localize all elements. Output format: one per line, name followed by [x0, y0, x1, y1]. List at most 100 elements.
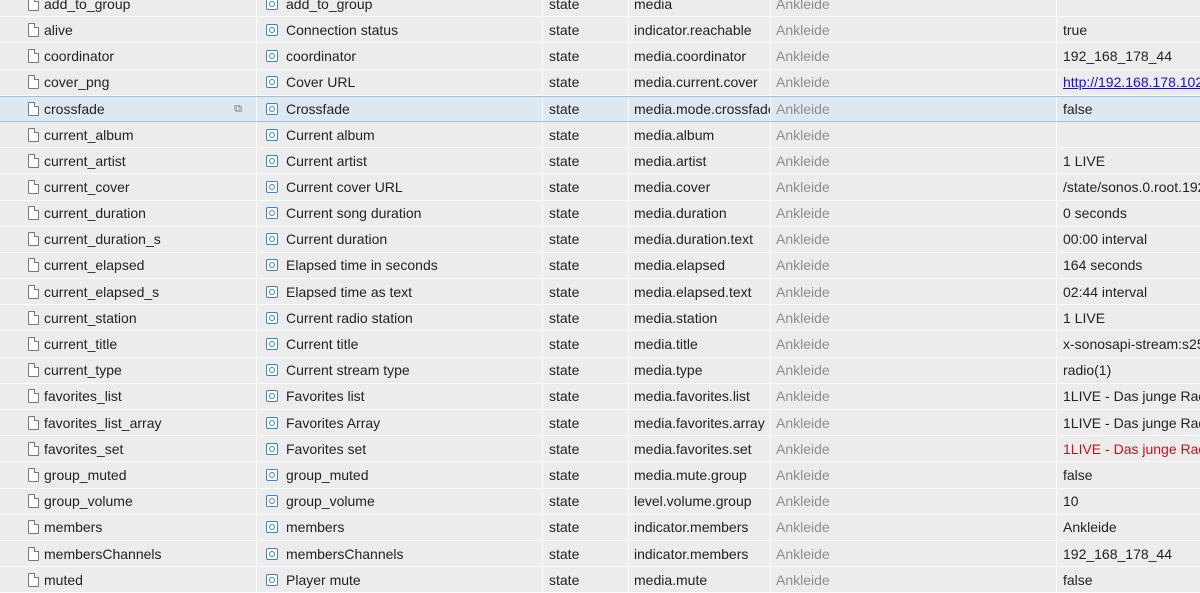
object-id[interactable]: members — [44, 515, 256, 540]
object-value[interactable]: false — [1056, 567, 1200, 593]
object-value[interactable]: radio(1) — [1056, 357, 1200, 383]
object-value[interactable]: http://192.168.178.102 — [1056, 69, 1200, 95]
object-id[interactable]: muted — [44, 567, 256, 592]
object-id[interactable]: current_cover — [44, 174, 256, 199]
object-id[interactable]: current_elapsed_s — [44, 279, 256, 304]
value-text: 0 seconds — [1063, 205, 1127, 222]
object-value[interactable] — [1056, 121, 1200, 148]
object-id[interactable]: current_type — [44, 358, 256, 383]
row-state-icon-cell — [256, 148, 286, 174]
table-row[interactable]: members members state indicator.members Ankl… — [0, 514, 1200, 541]
object-value[interactable]: 164 seconds — [1056, 252, 1200, 279]
object-type: state — [542, 410, 628, 436]
object-id[interactable]: favorites_set — [44, 436, 256, 461]
object-value[interactable]: 1 LIVE — [1056, 148, 1200, 174]
object-value[interactable]: 1 LIVE — [1056, 305, 1200, 331]
object-type: state — [542, 226, 628, 252]
state-object-icon — [266, 547, 278, 560]
row-file-icon-cell — [22, 253, 44, 278]
object-value[interactable] — [1056, 0, 1200, 17]
table-row[interactable]: add_to_group add_to_group state media Anklei… — [0, 0, 1200, 18]
table-row[interactable]: current_album Current album state media.alb… — [0, 121, 1200, 149]
table-row[interactable]: coordinator coordinator state media.coordin… — [0, 43, 1200, 70]
object-id[interactable]: favorites_list_array — [44, 410, 256, 435]
table-row[interactable]: current_type Current stream type state medi… — [0, 357, 1200, 384]
table-row[interactable]: favorites_set Favorites set state media.fav… — [0, 436, 1200, 463]
object-type: state — [542, 69, 628, 95]
object-id[interactable]: current_album — [44, 122, 256, 147]
object-type: state — [542, 121, 628, 148]
table-row[interactable]: group_muted group_muted state media.mute.gr… — [0, 462, 1200, 489]
object-id[interactable]: group_volume — [44, 489, 256, 514]
object-value[interactable]: 1LIVE - Das junge Rad — [1056, 410, 1200, 436]
table-row[interactable]: current_station Current radio station stat… — [0, 305, 1200, 332]
table-row[interactable]: current_cover Current cover URL state media… — [0, 174, 1200, 201]
object-value[interactable]: /state/sonos.0.root.192 — [1056, 174, 1200, 200]
object-id[interactable]: cover_png — [44, 70, 256, 95]
object-id[interactable]: group_muted — [44, 462, 256, 487]
object-id[interactable]: alive — [44, 17, 256, 42]
table-row[interactable]: current_elapsed Elapsed time in seconds st… — [0, 252, 1200, 280]
row-state-icon-cell — [256, 462, 286, 488]
table-row[interactable]: current_duration_s Current duration state m… — [0, 226, 1200, 253]
object-value[interactable]: 192_168_178_44 — [1056, 43, 1200, 69]
object-role: media.cover — [628, 174, 770, 200]
table-row[interactable]: alive Connection status state indicator.rea… — [0, 17, 1200, 44]
table-row[interactable]: cover_png Cover URL state media.current.cov… — [0, 69, 1200, 96]
object-value[interactable]: false — [1056, 96, 1200, 121]
value-link[interactable]: http://192.168.178.102 — [1063, 74, 1200, 90]
object-id[interactable]: add_to_group — [44, 0, 256, 16]
object-value[interactable]: 00:00 interval — [1056, 226, 1200, 252]
object-value[interactable]: 10 — [1056, 488, 1200, 514]
table-row[interactable]: group_volume group_volume state level.volum… — [0, 488, 1200, 515]
object-type: state — [542, 540, 628, 567]
object-name: membersChannels — [286, 545, 404, 562]
table-row[interactable]: muted Player mute state media.mute Ankleide f… — [0, 567, 1200, 593]
object-id[interactable]: current_station — [44, 305, 256, 330]
object-id[interactable]: current_title — [44, 331, 256, 356]
object-id[interactable]: coordinator — [44, 43, 256, 68]
object-value[interactable]: x-sonosapi-stream:s25 — [1056, 331, 1200, 357]
object-room: Ankleide — [770, 331, 1056, 357]
object-value[interactable]: true — [1056, 17, 1200, 43]
object-id[interactable]: current_duration_s — [44, 227, 256, 252]
table-row[interactable]: favorites_list_array Favorites Array state… — [0, 410, 1200, 437]
copy-icon[interactable]: ⧉ — [232, 103, 244, 115]
table-row[interactable]: favorites_list Favorites list state media.f… — [0, 383, 1200, 410]
file-icon — [27, 48, 39, 63]
object-id[interactable]: current_artist — [44, 148, 256, 173]
object-value[interactable]: 192_168_178_44 — [1056, 540, 1200, 567]
object-id[interactable]: current_duration — [44, 201, 256, 226]
object-value[interactable]: 1LIVE - Das junge Rad — [1056, 436, 1200, 462]
object-value[interactable]: 0 seconds — [1056, 200, 1200, 226]
file-icon — [27, 467, 39, 482]
object-name: Crossfade — [286, 100, 350, 117]
row-state-icon-cell — [256, 514, 286, 540]
table-row[interactable]: current_title Current title state media.tit… — [0, 331, 1200, 358]
table-row[interactable]: current_artist Current artist state media.a… — [0, 148, 1200, 175]
object-id[interactable]: favorites_list — [44, 384, 256, 409]
object-value[interactable]: false — [1056, 462, 1200, 488]
table-row[interactable]: crossfade ⧉ Crossfade state media.mode.cross… — [0, 95, 1200, 122]
object-name: add_to_group — [286, 0, 373, 12]
table-row[interactable]: current_duration Current song duration sta… — [0, 200, 1200, 227]
table-row[interactable]: membersChannels membersChannels state indic… — [0, 540, 1200, 568]
value-text: false — [1063, 466, 1093, 483]
object-value[interactable]: 1LIVE - Das junge Rad — [1056, 383, 1200, 409]
object-id[interactable]: membersChannels — [44, 541, 256, 566]
row-file-icon-cell — [22, 489, 44, 514]
table-row[interactable]: current_elapsed_s Elapsed time as text sta… — [0, 279, 1200, 306]
file-icon — [27, 153, 39, 168]
object-value[interactable]: Ankleide — [1056, 514, 1200, 540]
object-id[interactable]: crossfade — [44, 97, 256, 121]
value-text: 164 seconds — [1063, 257, 1143, 274]
object-id[interactable]: current_elapsed — [44, 253, 256, 278]
object-value[interactable]: 02:44 interval — [1056, 279, 1200, 305]
object-room: Ankleide — [770, 148, 1056, 174]
object-name: Favorites Array — [286, 414, 381, 431]
object-role: media.coordinator — [628, 43, 770, 69]
object-room: Ankleide — [770, 174, 1056, 200]
object-room: Ankleide — [770, 252, 1056, 279]
file-icon — [27, 572, 39, 587]
object-type: state — [542, 17, 628, 43]
